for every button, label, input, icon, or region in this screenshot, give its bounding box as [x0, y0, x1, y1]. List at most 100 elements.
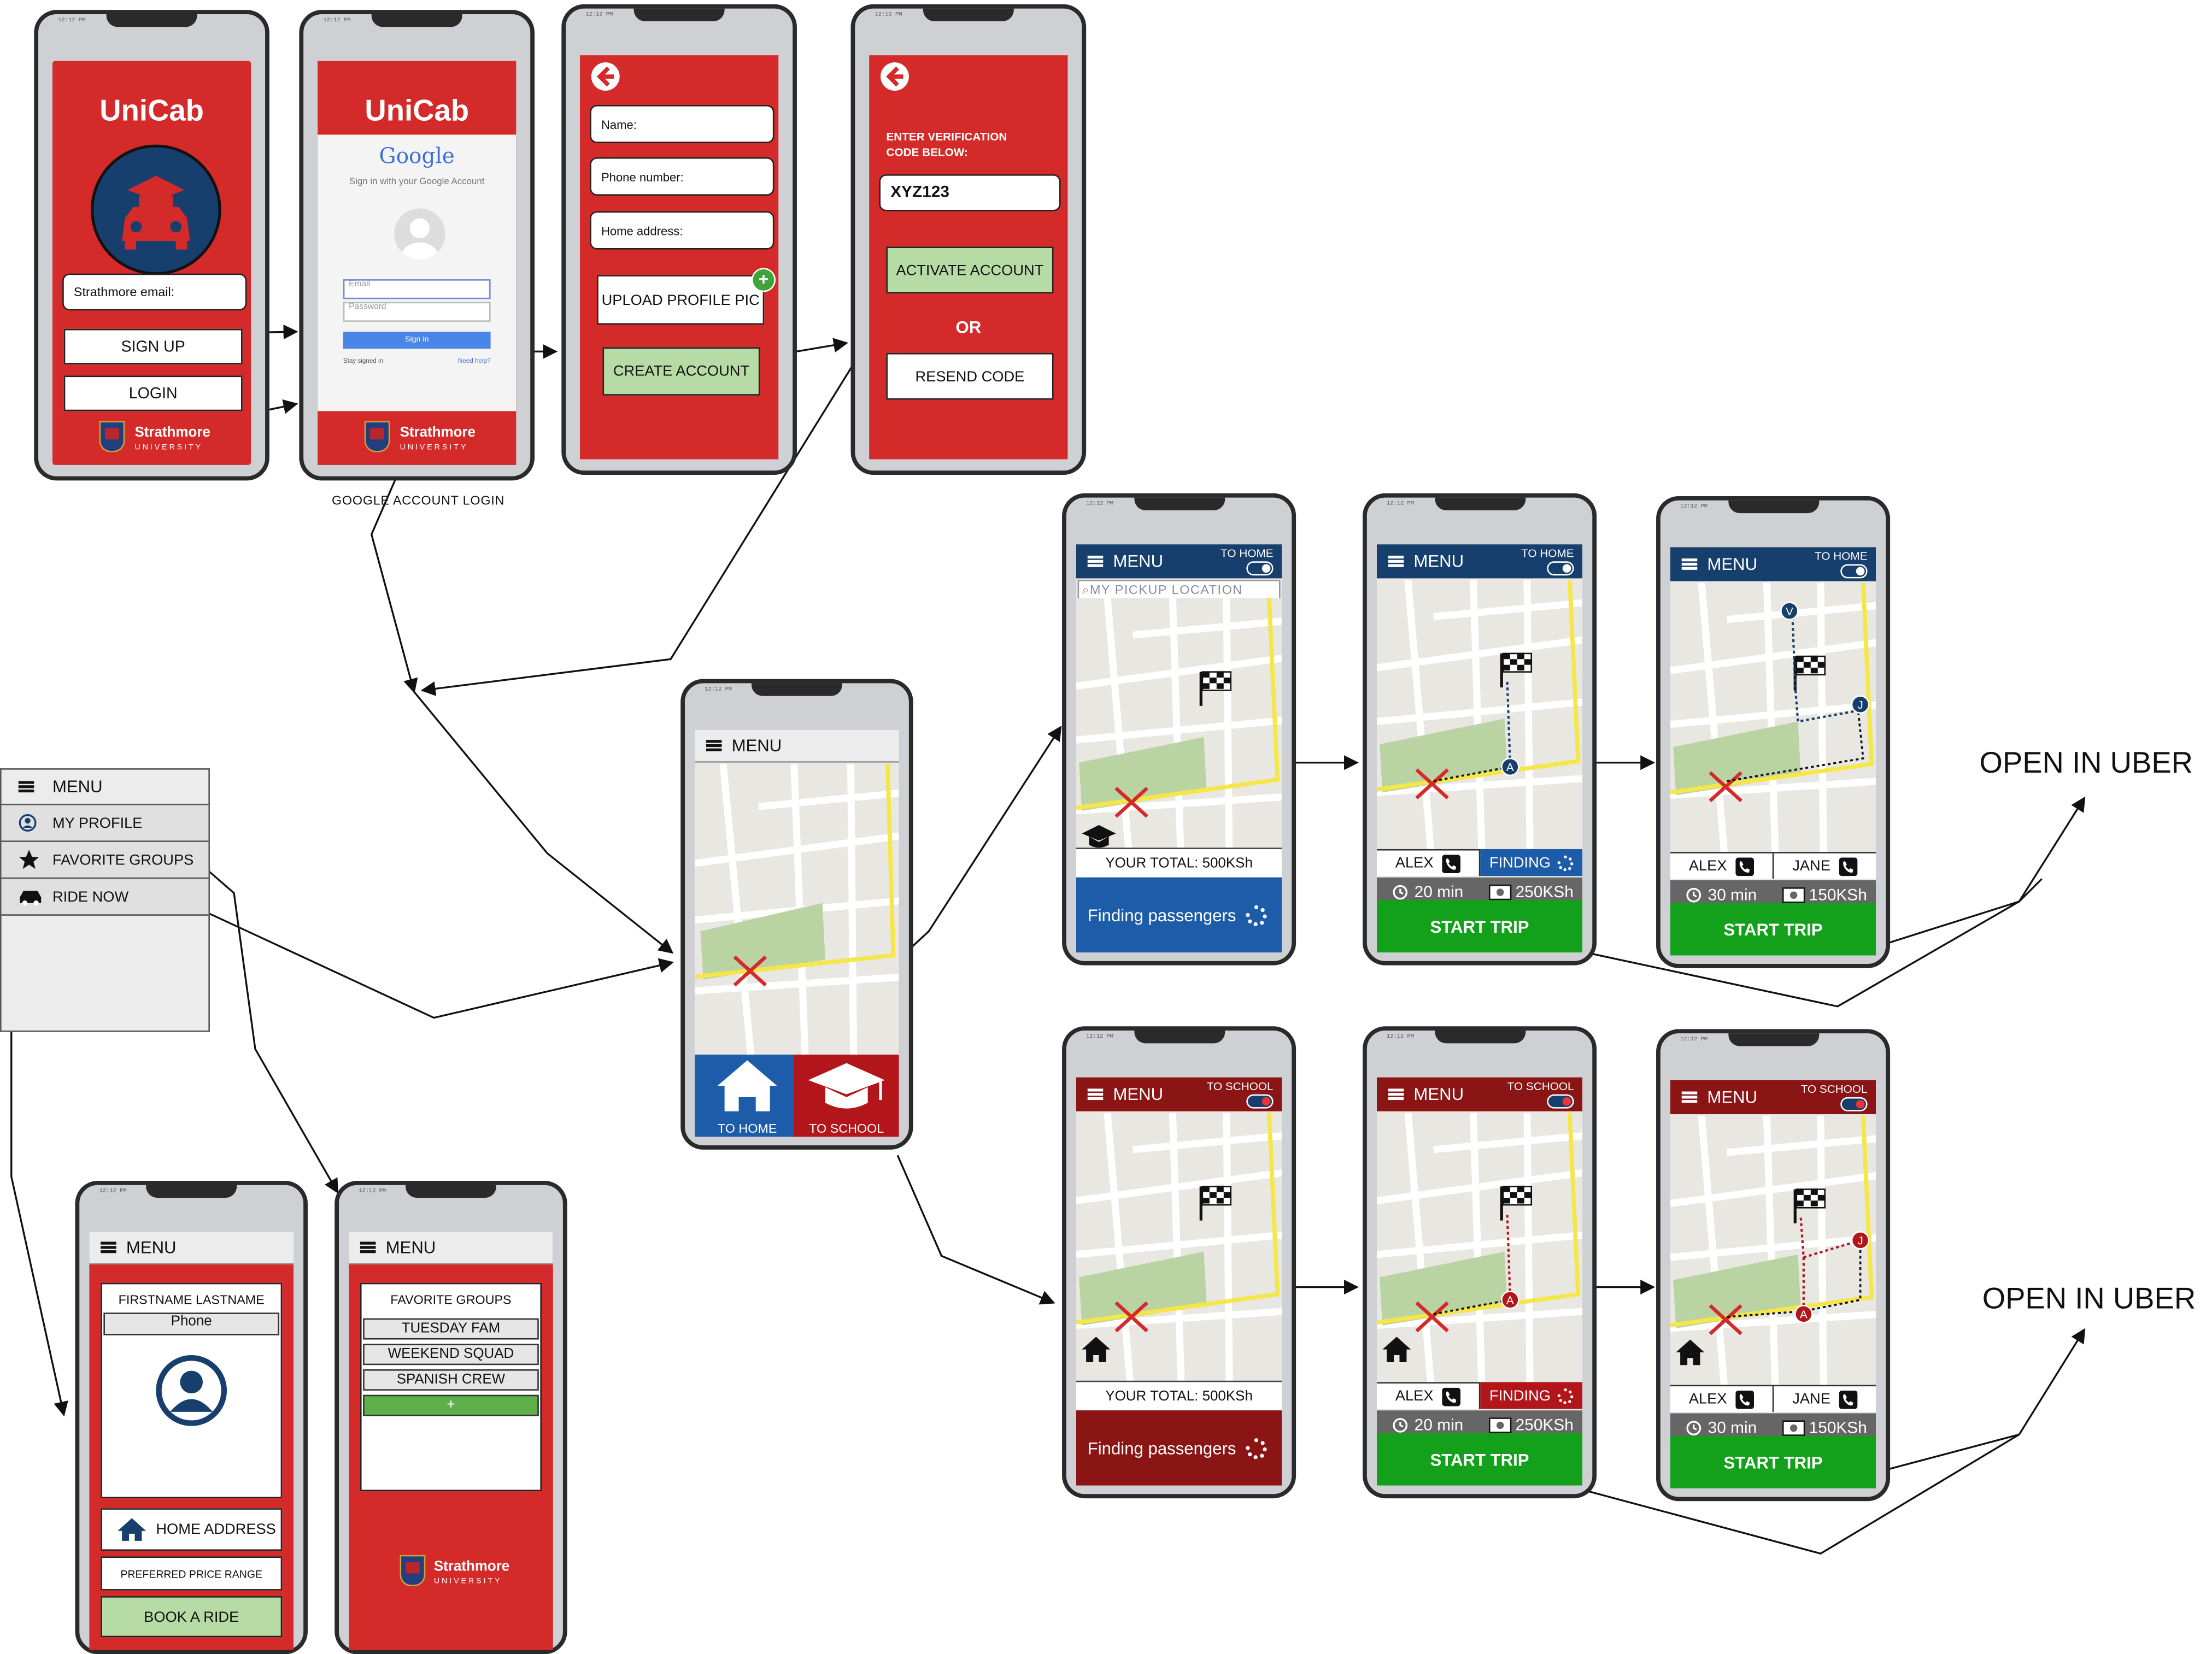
profile-phone: Phone	[103, 1312, 280, 1335]
direction-toggle[interactable]: TO SCHOOL	[1801, 1083, 1868, 1111]
open-in-uber-label[interactable]: OPEN IN UBER	[1982, 1283, 2196, 1317]
strathmore-email-field[interactable]: Strathmore email:	[62, 273, 247, 311]
passenger-slot[interactable]: JANE	[1774, 1385, 1876, 1412]
home-menu-bar[interactable]: MENU	[695, 730, 899, 763]
phone-login: 12:12 PM UniCab Strathmore email: SIGN U…	[34, 10, 269, 481]
hamburger-icon	[1388, 1088, 1404, 1100]
stay-signed-in-checkbox[interactable]: Stay signed in	[343, 357, 383, 364]
verification-code-field[interactable]: XYZ123	[879, 174, 1061, 211]
passenger-slot[interactable]: ALEX	[1670, 852, 1774, 879]
to-school-button[interactable]: TO SCHOOL	[794, 1055, 899, 1137]
direction-toggle[interactable]: TO HOME	[1221, 547, 1274, 576]
hamburger-icon	[706, 740, 722, 751]
trip-map[interactable]: A	[1376, 580, 1583, 849]
passenger-slot-finding: FINDING	[1480, 1382, 1583, 1409]
trip-map[interactable]	[1076, 1113, 1282, 1382]
need-help-link[interactable]: Need help?	[458, 357, 491, 364]
profile-menu-bar[interactable]: MENU	[89, 1232, 294, 1265]
signup-button[interactable]: SIGN UP	[63, 328, 243, 364]
university-crest-icon	[364, 421, 390, 452]
hamburger-icon	[101, 1241, 116, 1253]
trip-menu-bar[interactable]: MENU TO HOME	[1670, 547, 1876, 581]
phone-number-field[interactable]: Phone number:	[590, 157, 775, 196]
phone-profile: 12:12 PM MENU FIRSTNAME LASTNAME Phone H…	[75, 1180, 308, 1654]
add-group-button[interactable]: +	[363, 1394, 539, 1416]
passenger-slot[interactable]: ALEX	[1376, 1382, 1481, 1409]
hamburger-icon	[1087, 555, 1104, 567]
trip-menu-bar[interactable]: MENU TO HOME	[1076, 544, 1282, 579]
direction-toggle[interactable]: TO HOME	[1815, 550, 1868, 579]
phone-trip-home-3: 12:12 PM MENU TO HOME V J ALEX JANE 30 min 150KS…	[1656, 496, 1891, 968]
direction-toggle[interactable]: TO SCHOOL	[1207, 1080, 1274, 1109]
preferred-price-range-field[interactable]: PREFERRED PRICE RANGE	[101, 1556, 283, 1591]
google-avatar-icon	[394, 208, 445, 260]
hamburger-icon	[1388, 555, 1404, 567]
clock-icon	[1393, 1418, 1409, 1433]
upload-profile-pic-button[interactable]: UPLOAD PROFILE PIC	[597, 275, 765, 325]
phone-trip-school-3: 12:12 PM MENU TO SCHOOL A J ALEX JANE 30 min 150…	[1656, 1029, 1891, 1502]
phone-icon	[1735, 1390, 1754, 1409]
google-signin-button[interactable]: Sign in	[343, 332, 491, 349]
start-trip-button[interactable]: START TRIP	[1670, 903, 1876, 956]
home-address-button[interactable]: HOME ADDRESS	[101, 1508, 283, 1551]
group-item[interactable]: TUESDAY FAM	[363, 1318, 539, 1340]
trip-menu-bar[interactable]: MENU TO SCHOOL	[1376, 1077, 1583, 1111]
clock-icon	[1687, 887, 1702, 903]
hamburger-icon	[1681, 558, 1698, 570]
passenger-slot[interactable]: ALEX	[1670, 1385, 1774, 1412]
create-account-button[interactable]: CREATE ACCOUNT	[602, 347, 760, 396]
group-item[interactable]: WEEKEND SQUAD	[363, 1344, 539, 1365]
university-logo: Strathmore UNIVERSITY	[400, 425, 476, 452]
spinner-icon	[1245, 1437, 1266, 1459]
open-in-uber-label[interactable]: OPEN IN UBER	[1980, 747, 2193, 781]
app-title: UniCab	[365, 95, 470, 128]
home-address-field[interactable]: Home address:	[590, 211, 775, 250]
hamburger-icon	[1087, 1088, 1104, 1100]
passenger-slot[interactable]: JANE	[1774, 852, 1876, 879]
side-menu-item-favorite-groups[interactable]: FAVORITE GROUPS	[1, 841, 209, 879]
direction-toggle[interactable]: TO SCHOOL	[1507, 1080, 1574, 1109]
graduation-cap-icon	[1082, 825, 1116, 848]
money-icon	[1488, 884, 1511, 900]
email-input[interactable]: Email	[343, 279, 491, 299]
book-a-ride-button[interactable]: BOOK A RIDE	[101, 1596, 283, 1638]
phone-icon	[1442, 854, 1460, 873]
trip-map[interactable]: VJ	[1670, 582, 1876, 852]
resend-code-button[interactable]: RESEND CODE	[886, 352, 1054, 400]
user-icon	[156, 1355, 227, 1426]
home-map[interactable]	[695, 764, 899, 1062]
start-trip-button[interactable]: START TRIP	[1376, 900, 1583, 953]
trip-menu-bar[interactable]: MENU TO SCHOOL	[1076, 1077, 1282, 1111]
phone-register: 12:12 PM Name: Phone number: Home addres…	[561, 4, 797, 475]
trip-menu-bar[interactable]: MENU TO HOME	[1376, 544, 1583, 579]
home-icon	[118, 1518, 146, 1541]
passenger-slot[interactable]: ALEX	[1376, 849, 1481, 876]
back-arrow-icon[interactable]	[591, 62, 620, 91]
spinner-icon	[1557, 855, 1573, 870]
name-field[interactable]: Name:	[590, 104, 775, 144]
passenger-row: ALEX FINDING	[1376, 1382, 1583, 1409]
side-menu-item-my-profile[interactable]: MY PROFILE	[1, 805, 209, 842]
passenger-row: ALEX JANE	[1670, 1385, 1876, 1412]
to-home-button[interactable]: TO HOME	[695, 1055, 800, 1137]
university-logo: Strathmore UNIVERSITY	[134, 425, 210, 452]
storyboard: 12:12 PM UniCab Strathmore email: SIGN U…	[0, 0, 2212, 1654]
trip-map[interactable]	[1076, 598, 1282, 849]
back-arrow-icon[interactable]	[880, 62, 909, 91]
groups-menu-bar[interactable]: MENU	[349, 1232, 553, 1265]
pickup-location-input[interactable]: ⌕MY PICKUP LOCATION	[1077, 580, 1281, 600]
trip-map[interactable]: A	[1376, 1113, 1583, 1382]
trip-map[interactable]: AJ	[1670, 1115, 1876, 1385]
trip-menu-bar[interactable]: MENU TO SCHOOL	[1670, 1080, 1876, 1115]
svg-text:A: A	[1800, 1309, 1808, 1321]
side-menu-item-ride-now[interactable]: RIDE NOW	[1, 879, 209, 916]
login-button[interactable]: LOGIN	[63, 375, 243, 411]
or-text: OR	[955, 317, 982, 338]
start-trip-button[interactable]: START TRIP	[1670, 1435, 1876, 1488]
direction-toggle[interactable]: TO HOME	[1521, 547, 1574, 576]
start-trip-button[interactable]: START TRIP	[1376, 1433, 1583, 1486]
money-icon	[1782, 1420, 1805, 1436]
password-input[interactable]: Password	[343, 302, 491, 322]
activate-account-button[interactable]: ACTIVATE ACCOUNT	[886, 246, 1054, 293]
group-item[interactable]: SPANISH CREW	[363, 1369, 539, 1391]
